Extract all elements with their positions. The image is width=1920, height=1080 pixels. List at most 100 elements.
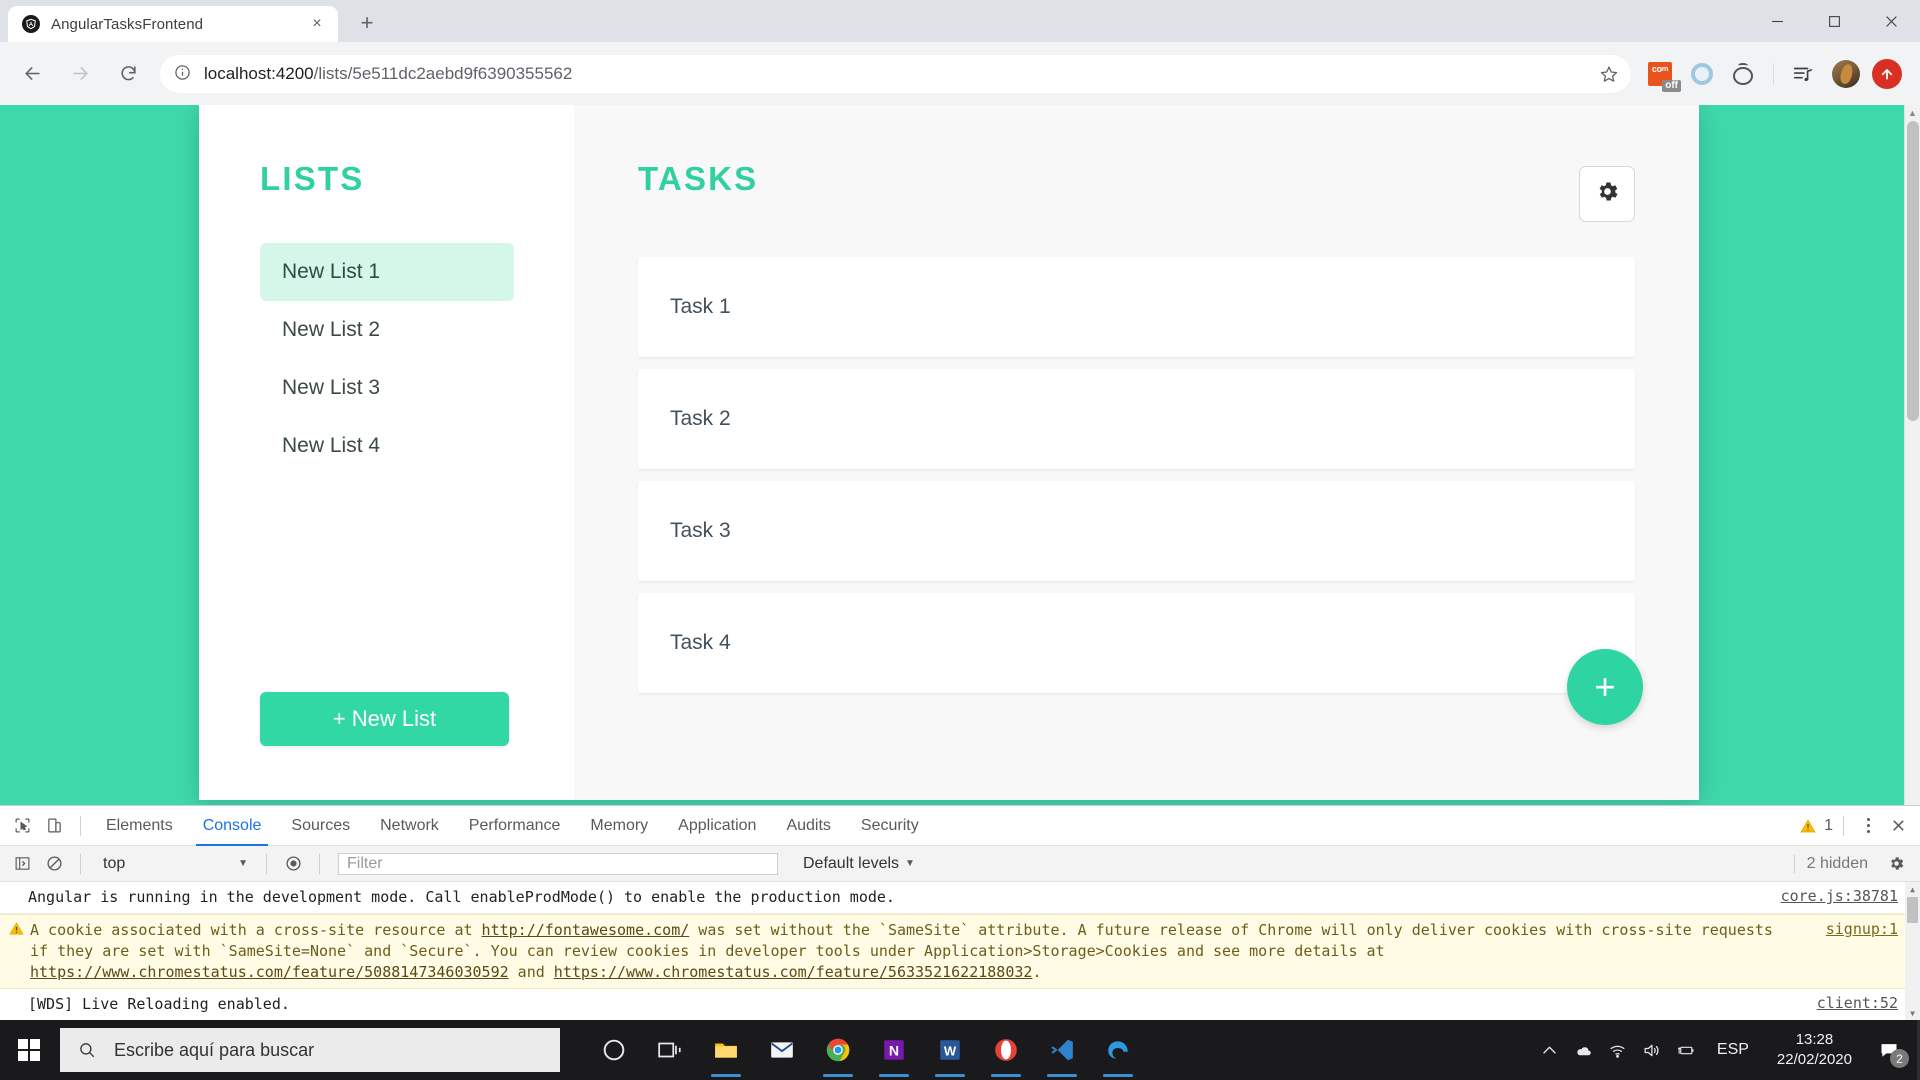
notifications-button[interactable]: 2: [1866, 1020, 1912, 1080]
file-explorer-icon[interactable]: [702, 1022, 750, 1078]
tomato-timer-extension-icon[interactable]: [1729, 59, 1759, 89]
console-context-select[interactable]: top ▼: [91, 855, 256, 873]
live-expression-icon[interactable]: [277, 849, 309, 879]
add-task-button[interactable]: +: [1567, 649, 1643, 725]
page-scrollbar[interactable]: ▲: [1904, 105, 1920, 805]
task-card[interactable]: Task 3: [638, 481, 1635, 581]
maximize-icon[interactable]: [1806, 0, 1863, 42]
warning-text-part: .: [1032, 963, 1042, 981]
list-settings-button[interactable]: [1579, 166, 1635, 222]
cortana-icon[interactable]: [590, 1022, 638, 1078]
console-message-source[interactable]: signup:1: [1826, 920, 1898, 938]
scroll-up-icon[interactable]: ▲: [1905, 882, 1920, 897]
console-filter-input[interactable]: Filter: [338, 852, 778, 875]
scrollbar-thumb[interactable]: [1907, 897, 1918, 923]
console-message-source[interactable]: core.js:38781: [1781, 887, 1898, 905]
blue-ring-extension-icon[interactable]: [1687, 59, 1717, 89]
start-button[interactable]: [0, 1020, 58, 1080]
close-icon[interactable]: ×: [306, 13, 328, 35]
console-message-log[interactable]: [WDS] Live Reloading enabled. client:52: [0, 989, 1920, 1021]
show-hidden-icons-chevron[interactable]: [1533, 1020, 1567, 1080]
volume-icon[interactable]: [1635, 1020, 1669, 1080]
extensions-row: co m off: [1639, 58, 1912, 92]
list-item[interactable]: New List 4: [260, 417, 514, 475]
taskbar-search-input[interactable]: Escribe aquí para buscar: [60, 1028, 560, 1072]
console-message-warning[interactable]: A cookie associated with a cross-site re…: [0, 914, 1920, 989]
task-label: Task 1: [670, 295, 731, 318]
inspect-element-icon[interactable]: [6, 811, 38, 841]
close-icon[interactable]: [1863, 0, 1920, 42]
scroll-down-icon[interactable]: ▼: [1905, 1006, 1920, 1021]
wifi-icon[interactable]: [1601, 1020, 1635, 1080]
new-tab-button[interactable]: +: [350, 6, 384, 40]
reload-icon[interactable]: [109, 55, 147, 93]
battery-charging-icon[interactable]: [1669, 1020, 1703, 1080]
task-card[interactable]: Task 2: [638, 369, 1635, 469]
scroll-up-icon[interactable]: ▲: [1905, 105, 1920, 121]
address-bar[interactable]: localhost:4200/lists/5e511dc2aebd9f63903…: [160, 54, 1631, 93]
onedrive-icon[interactable]: [1567, 1020, 1601, 1080]
task-card[interactable]: Task 1: [638, 257, 1635, 357]
star-icon[interactable]: [1595, 60, 1623, 88]
minimize-icon[interactable]: [1749, 0, 1806, 42]
url-text[interactable]: localhost:4200/lists/5e511dc2aebd9f63903…: [204, 64, 1595, 84]
chrome-icon[interactable]: [814, 1022, 862, 1078]
info-circle-icon[interactable]: [174, 64, 194, 84]
list-item[interactable]: New List 2: [260, 301, 514, 359]
console-scrollbar[interactable]: ▲ ▼: [1905, 882, 1920, 1021]
taskbar-search-placeholder: Escribe aquí para buscar: [114, 1039, 315, 1060]
language-indicator[interactable]: ESP: [1703, 1041, 1763, 1059]
back-arrow-icon[interactable]: [13, 55, 51, 93]
gear-icon[interactable]: [1880, 849, 1912, 879]
avatar[interactable]: [1832, 59, 1860, 88]
clear-console-icon[interactable]: [38, 849, 70, 879]
tab-audits[interactable]: Audits: [771, 806, 845, 846]
search-icon: [80, 1043, 95, 1058]
tab-application[interactable]: Application: [663, 806, 771, 846]
scrollbar-thumb[interactable]: [1907, 121, 1919, 421]
console-message-source[interactable]: client:52: [1817, 994, 1898, 1012]
list-item[interactable]: New List 1: [260, 243, 514, 301]
music-queue-icon[interactable]: [1788, 59, 1818, 89]
close-icon[interactable]: [1882, 818, 1914, 833]
tab-performance[interactable]: Performance: [454, 806, 576, 846]
warning-text-part: A cookie associated with a cross-site re…: [30, 921, 482, 939]
opera-icon[interactable]: [982, 1022, 1030, 1078]
update-available-button[interactable]: [1872, 58, 1902, 89]
warning-link-chromestatus-1[interactable]: https://www.chromestatus.com/feature/508…: [30, 963, 509, 981]
mail-icon[interactable]: [758, 1022, 806, 1078]
console-sidebar-icon[interactable]: [6, 849, 38, 879]
lists-title: LISTS: [260, 160, 365, 197]
device-toolbar-icon[interactable]: [38, 811, 70, 841]
com-extension-icon[interactable]: co m off: [1645, 59, 1681, 92]
warning-link-fontawesome[interactable]: http://fontawesome.com/: [482, 921, 690, 939]
browser-tab[interactable]: AngularTasksFrontend ×: [8, 6, 338, 42]
onenote-icon[interactable]: N: [870, 1022, 918, 1078]
tab-security[interactable]: Security: [846, 806, 934, 846]
new-list-button[interactable]: + New List: [260, 692, 509, 746]
toolbar-divider: [1773, 62, 1774, 85]
warning-count-badge[interactable]: 1: [1800, 817, 1833, 835]
svg-text:W: W: [944, 1043, 957, 1058]
screen: AngularTasksFrontend × + localhost:4200/…: [0, 0, 1920, 1080]
tab-elements[interactable]: Elements: [91, 806, 188, 846]
edge-icon[interactable]: [1094, 1022, 1142, 1078]
clock-date: 22/02/2020: [1776, 1051, 1852, 1068]
list-item[interactable]: New List 3: [260, 359, 514, 417]
console-levels-select[interactable]: Default levels ▼: [803, 855, 915, 873]
lists-items: New List 1 New List 2 New List 3 New Lis…: [199, 243, 574, 475]
vscode-icon[interactable]: [1038, 1022, 1086, 1078]
tab-sources[interactable]: Sources: [276, 806, 365, 846]
task-card[interactable]: Task 4: [638, 593, 1635, 693]
list-item-label: New List 2: [282, 318, 381, 341]
tab-memory[interactable]: Memory: [575, 806, 663, 846]
task-view-icon[interactable]: [646, 1022, 694, 1078]
clock[interactable]: 13:28 22/02/2020: [1763, 1030, 1866, 1070]
forward-arrow-icon[interactable]: [61, 55, 99, 93]
console-message-log[interactable]: Angular is running in the development mo…: [0, 882, 1920, 914]
tab-console[interactable]: Console: [188, 806, 277, 846]
warning-link-chromestatus-2[interactable]: https://www.chromestatus.com/feature/563…: [554, 963, 1033, 981]
word-icon[interactable]: W: [926, 1022, 974, 1078]
kebab-menu-icon[interactable]: [1854, 818, 1882, 833]
tab-network[interactable]: Network: [365, 806, 454, 846]
